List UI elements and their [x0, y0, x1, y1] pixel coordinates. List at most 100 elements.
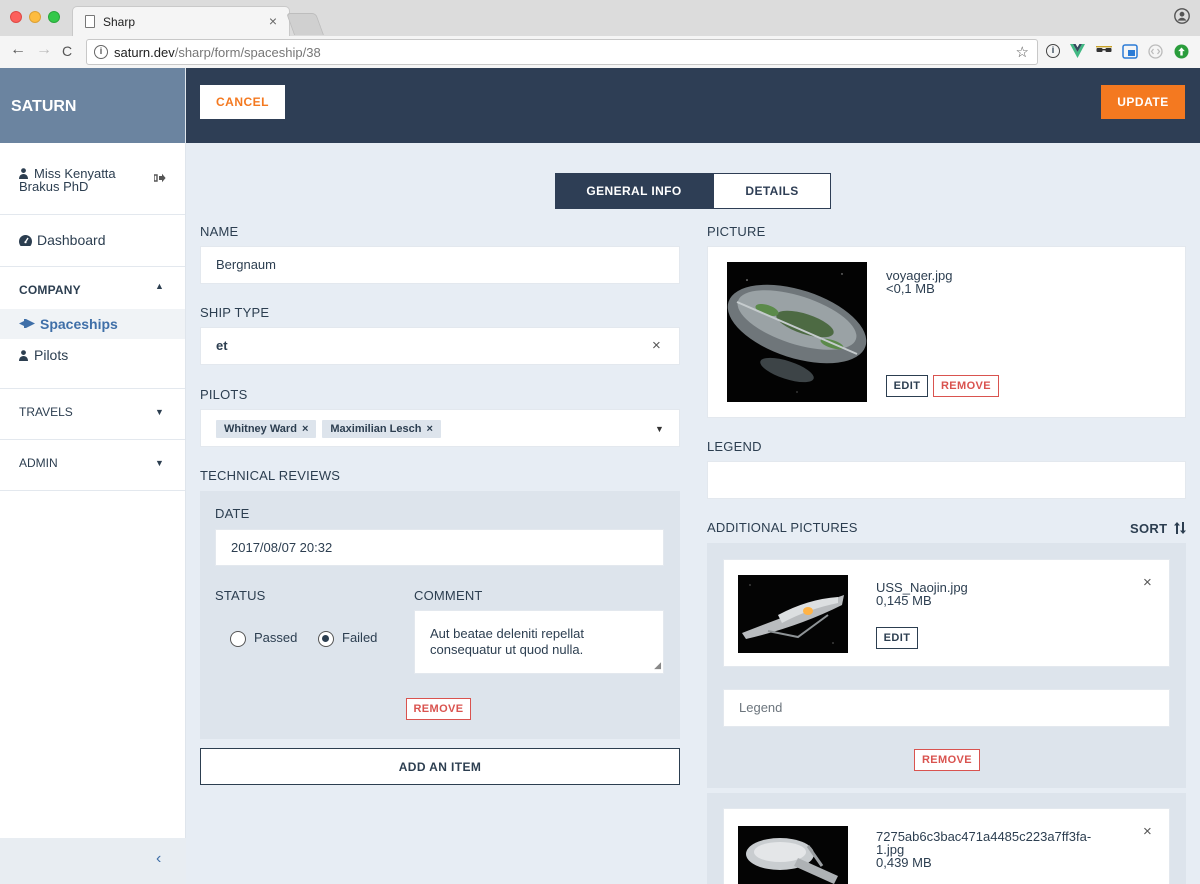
pilot-tag: Whitney Ward × — [216, 420, 317, 438]
sort-button[interactable]: SORT — [1130, 521, 1187, 536]
status-radio-group: Passed Failed — [230, 630, 377, 647]
date-input[interactable]: 2017/08/07 20:32 — [215, 529, 664, 566]
sidebar-item-pilots-label: Pilots — [34, 347, 69, 363]
sidebar-section-travels-label: TRAVELS — [19, 405, 73, 419]
additional-picture-card: 7275ab6c3bac471a4485c223a7ff3fa- 1.jpg 0… — [723, 808, 1170, 884]
picture-filesize: <0,1 MB — [886, 281, 935, 296]
address-bar[interactable]: i saturn.dev/sharp/form/spaceship/38 ☆ — [86, 39, 1038, 65]
name-label: NAME — [200, 224, 239, 239]
dropdown-caret-icon[interactable]: ▼ — [655, 424, 664, 434]
collapse-sidebar-icon[interactable]: ‹ — [156, 850, 161, 868]
window-close-button[interactable] — [10, 11, 22, 23]
caret-down-icon: ▼ — [155, 458, 164, 468]
sidebar-section-company-label: COMPANY — [19, 283, 81, 297]
tab-close-icon[interactable]: × — [269, 13, 277, 29]
additional-picture-legend-input[interactable]: Legend — [723, 689, 1170, 727]
bookmark-star-icon[interactable]: ☆ — [1016, 43, 1029, 61]
additional-picture-item-2: 7275ab6c3bac471a4485c223a7ff3fa- 1.jpg 0… — [707, 793, 1186, 884]
update-button[interactable]: UPDATE — [1101, 85, 1185, 119]
date-value: 2017/08/07 20:32 — [231, 540, 333, 555]
brand-title[interactable]: SATURN — [0, 68, 185, 143]
window-minimize-button[interactable] — [29, 11, 41, 23]
ship-type-select[interactable]: et × — [200, 327, 680, 365]
sidebar-section-admin[interactable]: ADMIN ▼ — [0, 440, 185, 491]
extension-code-icon[interactable] — [1148, 44, 1163, 59]
remove-tag-icon[interactable]: × — [302, 423, 308, 435]
status-failed-label: Failed — [342, 630, 378, 645]
caret-up-icon: ▲ — [155, 281, 165, 291]
extension-glasses-icon[interactable] — [1096, 44, 1112, 59]
remove-tag-icon[interactable]: × — [426, 423, 432, 435]
add-item-button[interactable]: ADD AN ITEM — [200, 748, 680, 785]
sidebar-section-admin-label: ADMIN — [19, 456, 58, 470]
sidebar-item-spaceships[interactable]: Spaceships — [0, 309, 185, 339]
extension-info-icon[interactable]: i — [1046, 44, 1060, 58]
remove-additional-item-button[interactable]: REMOVE — [914, 749, 980, 771]
browser-tab[interactable]: Sharp × — [72, 6, 290, 36]
extension-vue-icon[interactable] — [1070, 44, 1085, 59]
comment-textarea[interactable]: Aut beatae deleniti repellat consequatur… — [414, 610, 664, 674]
new-tab-button[interactable] — [285, 13, 325, 35]
sidebar-item-dashboard-label: Dashboard — [37, 232, 106, 248]
status-label: STATUS — [215, 588, 266, 603]
back-icon[interactable]: ← — [10, 41, 26, 59]
tab-details[interactable]: DETAILS — [713, 173, 831, 209]
radio-passed[interactable] — [230, 630, 246, 647]
remove-picture-button[interactable]: REMOVE — [933, 375, 999, 397]
sidebar-footer: ‹ — [0, 838, 186, 884]
sidebar-divider — [0, 369, 185, 389]
date-label: DATE — [215, 506, 250, 521]
additional-picture-filename-line1: 7275ab6c3bac471a4485c223a7ff3fa- — [876, 829, 1092, 844]
logout-icon[interactable] — [153, 173, 166, 187]
comment-value: Aut beatae deleniti repellat consequatur… — [430, 626, 584, 657]
status-passed-option[interactable]: Passed — [230, 630, 298, 647]
pilot-tag-label: Maximilian Lesch — [330, 423, 422, 435]
legend-input[interactable] — [707, 461, 1186, 499]
dashboard-icon — [19, 233, 32, 249]
profile-icon[interactable] — [1174, 8, 1190, 29]
sidebar-section-company[interactable]: COMPANY ▲ — [0, 267, 185, 309]
picture-label: PICTURE — [707, 224, 766, 239]
additional-pictures-label: ADDITIONAL PICTURES — [707, 520, 858, 535]
window-zoom-button[interactable] — [48, 11, 60, 23]
forward-icon[interactable]: → — [36, 41, 52, 59]
action-bar: CANCEL UPDATE — [186, 68, 1200, 143]
pilot-tag: Maximilian Lesch × — [322, 420, 441, 438]
tab-general-info[interactable]: GENERAL INFO — [555, 173, 713, 209]
resize-handle-icon[interactable]: ◢ — [654, 657, 661, 673]
additional-picture-legend-placeholder: Legend — [739, 700, 783, 715]
extension-window-icon[interactable] — [1122, 44, 1138, 59]
sidebar-item-dashboard[interactable]: Dashboard — [0, 215, 185, 267]
cancel-button[interactable]: CANCEL — [200, 85, 285, 119]
extension-upload-icon[interactable] — [1174, 44, 1189, 59]
remove-additional-picture-icon[interactable]: × — [1143, 823, 1152, 840]
additional-picture-thumbnail — [738, 826, 848, 884]
additional-picture-item-1: USS_Naojin.jpg 0,145 MB EDIT × Legend RE… — [707, 543, 1186, 788]
sidebar-item-pilots[interactable]: Pilots — [0, 339, 185, 369]
edit-additional-picture-button[interactable]: EDIT — [876, 627, 918, 649]
site-info-icon[interactable]: i — [94, 45, 108, 59]
remove-additional-picture-icon[interactable]: × — [1143, 574, 1152, 591]
page-icon — [85, 15, 95, 28]
pilots-multiselect[interactable]: Whitney Ward × Maximilian Lesch × ▼ — [200, 409, 680, 447]
radio-failed[interactable] — [318, 630, 334, 647]
reload-icon[interactable]: C — [62, 43, 72, 59]
additional-picture-card: USS_Naojin.jpg 0,145 MB EDIT × — [723, 559, 1170, 667]
sidebar-section-travels[interactable]: TRAVELS ▼ — [0, 389, 185, 440]
technical-reviews-label: TECHNICAL REVIEWS — [200, 468, 341, 483]
user-info: Miss Kenyatta Brakus PhD — [0, 143, 185, 215]
name-input[interactable]: Bergnaum — [200, 246, 680, 284]
picture-thumbnail — [727, 262, 867, 402]
status-failed-option[interactable]: Failed — [318, 630, 378, 647]
additional-picture-thumbnail — [738, 575, 848, 653]
clear-ship-type-icon[interactable]: × — [652, 328, 661, 364]
sort-label: SORT — [1130, 521, 1168, 536]
status-passed-label: Passed — [254, 630, 298, 645]
edit-picture-button[interactable]: EDIT — [886, 375, 928, 397]
pilots-label: PILOTS — [200, 387, 248, 402]
additional-picture-filesize: 0,439 MB — [876, 855, 932, 870]
name-value: Bergnaum — [216, 257, 276, 272]
remove-review-button[interactable]: REMOVE — [406, 698, 471, 720]
picture-upload: voyager.jpg <0,1 MB EDIT REMOVE — [707, 246, 1186, 418]
legend-label: LEGEND — [707, 439, 762, 454]
